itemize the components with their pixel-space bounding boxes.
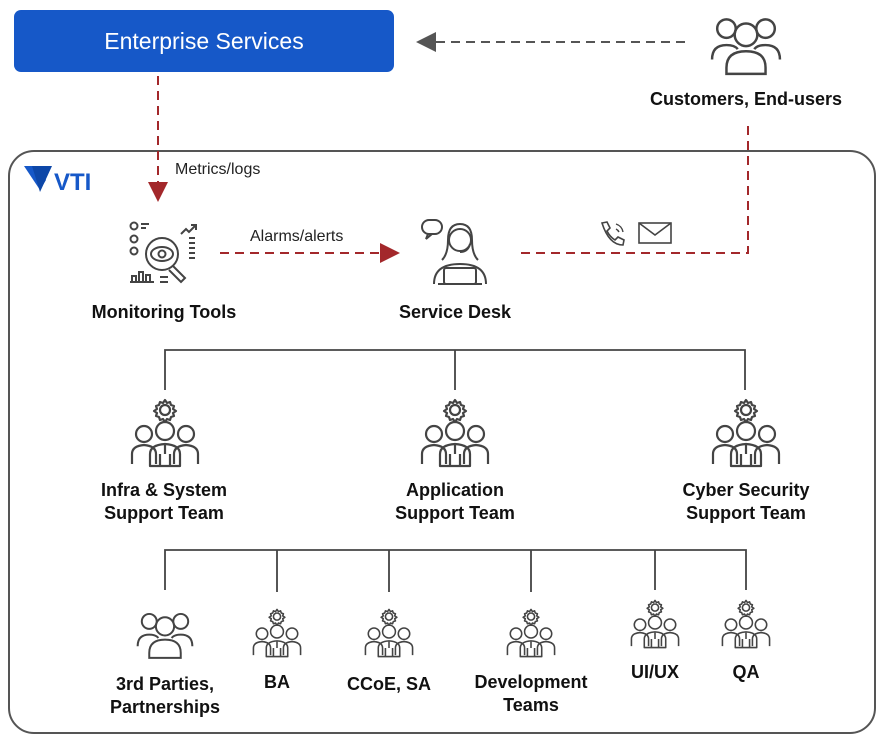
label-line: UI/UX: [630, 662, 680, 682]
label-line: Teams: [503, 695, 559, 715]
alarms-alerts-label: Alarms/alerts: [250, 228, 344, 245]
label-line: Cyber Security: [682, 480, 810, 500]
team-icon: [364, 608, 414, 658]
team-icon: [420, 398, 490, 468]
label-line: Support Team: [686, 503, 806, 523]
label-line: Infra & System: [100, 480, 228, 500]
team-icon: [711, 398, 781, 468]
team-icon: [252, 608, 302, 658]
team-icon: [721, 599, 771, 649]
support-tree: [164, 349, 746, 390]
subteam-label: 3rd Parties, Partnerships: [110, 673, 220, 719]
subteam-label: BA: [264, 671, 290, 694]
label-line: BA: [264, 672, 290, 692]
support-team-label: Infra & System Support Team: [101, 479, 227, 525]
label-line: CCoE, SA: [346, 674, 432, 694]
team-icon: [630, 599, 680, 649]
label-line: Partnerships: [109, 697, 221, 717]
label-line: Development: [474, 672, 588, 692]
metrics-logs-label: Metrics/logs: [175, 161, 261, 178]
label-line: QA: [732, 662, 760, 682]
label-line: Support Team: [395, 503, 515, 523]
subteam-label: QA: [733, 661, 760, 684]
support-team-label: Cyber Security Support Team: [682, 479, 809, 525]
label-line: 3rd Parties,: [115, 674, 215, 694]
service-desk-agent-icon: [421, 219, 487, 285]
monitoring-eye-icon: [129, 221, 197, 284]
service-desk-label: Service Desk: [398, 302, 512, 322]
monitoring-tools-label: Monitoring Tools: [91, 302, 237, 322]
subteam-tree: [164, 549, 747, 592]
customer-contact-line: [515, 126, 749, 254]
support-team-label: Application Support Team: [395, 479, 515, 525]
users-group-icon: [136, 606, 194, 660]
mail-icon: [638, 222, 672, 244]
team-icon: [130, 398, 200, 468]
phone-icon: [600, 221, 625, 246]
subteam-label: CCoE, SA: [347, 673, 431, 696]
team-icon: [506, 608, 556, 658]
diagram-canvas: Enterprise Services Customers, End-users…: [0, 0, 883, 739]
subteam-label: Development Teams: [474, 671, 587, 717]
subteam-label: UI/UX: [631, 661, 679, 684]
label-line: Support Team: [104, 503, 224, 523]
label-line: Application: [405, 480, 504, 500]
